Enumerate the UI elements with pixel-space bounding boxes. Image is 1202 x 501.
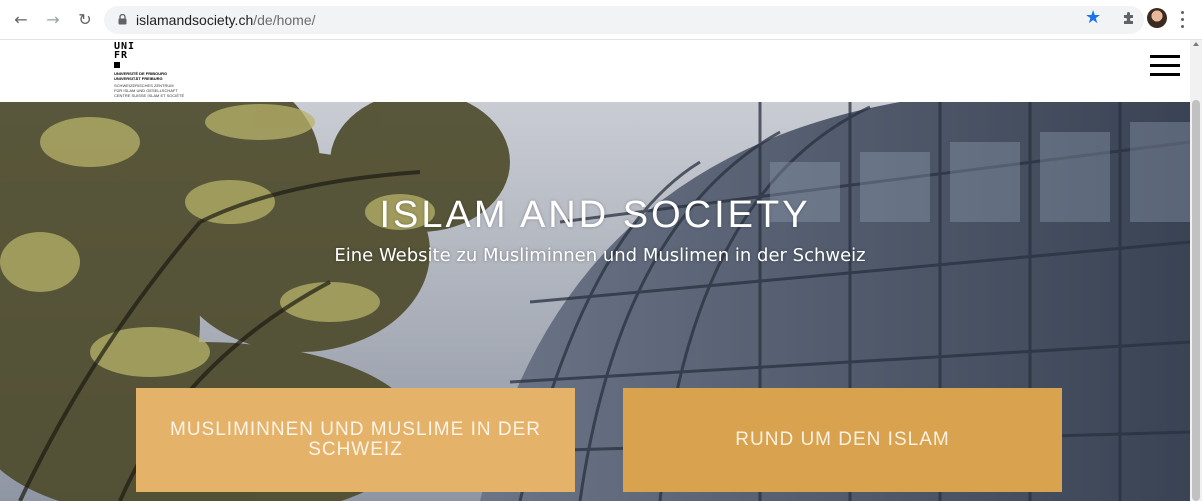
- page-scrollbar[interactable]: [1190, 40, 1202, 501]
- back-icon[interactable]: ←: [12, 11, 30, 29]
- hero-title: ISLAM AND SOCIETY: [379, 194, 811, 236]
- scroll-up-arrow-icon[interactable]: [1193, 42, 1199, 46]
- logo-square: [114, 62, 120, 68]
- url-text: islamandsociety.ch/de/home/: [136, 12, 316, 28]
- site-header: UNI FR UNIVERSITÉ DE FRIBOURG UNIVERSITÄ…: [0, 40, 1190, 102]
- lock-icon: [118, 14, 127, 25]
- logo-center-text: SCHWEIZERISCHES ZENTRUM FÜR ISLAM UND GE…: [114, 83, 185, 98]
- hamburger-menu-icon[interactable]: [1150, 55, 1180, 76]
- address-bar[interactable]: islamandsociety.ch/de/home/: [104, 6, 1144, 34]
- logo-mark-line2: FR: [114, 50, 129, 61]
- muslims-in-switzerland-button[interactable]: MUSLIMINNEN UND MUSLIME IN DER SCHWEIZ: [136, 388, 575, 492]
- browser-menu-icon[interactable]: [1180, 11, 1186, 29]
- about-islam-button[interactable]: RUND UM DEN ISLAM: [623, 388, 1062, 492]
- unifr-logo[interactable]: UNI FR UNIVERSITÉ DE FRIBOURG UNIVERSITÄ…: [114, 42, 204, 100]
- hero-subtitle: Eine Website zu Musliminnen und Muslimen…: [334, 245, 866, 266]
- profile-avatar[interactable]: [1147, 8, 1167, 28]
- forward-icon[interactable]: →: [44, 11, 62, 29]
- logo-university-text: UNIVERSITÉ DE FRIBOURG UNIVERSITÄT FREIB…: [114, 71, 168, 81]
- url-path: /de/home/: [253, 12, 316, 28]
- url-domain: islamandsociety.ch: [136, 12, 254, 28]
- reload-icon[interactable]: ↻: [76, 11, 94, 29]
- scrollbar-thumb[interactable]: [1192, 100, 1200, 501]
- hero-banner: ISLAM AND SOCIETY Eine Website zu Muslim…: [0, 102, 1190, 501]
- bookmark-star-icon[interactable]: ★: [1085, 9, 1103, 27]
- browser-toolbar: ← → ↻ islamandsociety.ch/de/home/ ★: [0, 0, 1202, 40]
- extensions-puzzle-icon[interactable]: [1121, 10, 1137, 26]
